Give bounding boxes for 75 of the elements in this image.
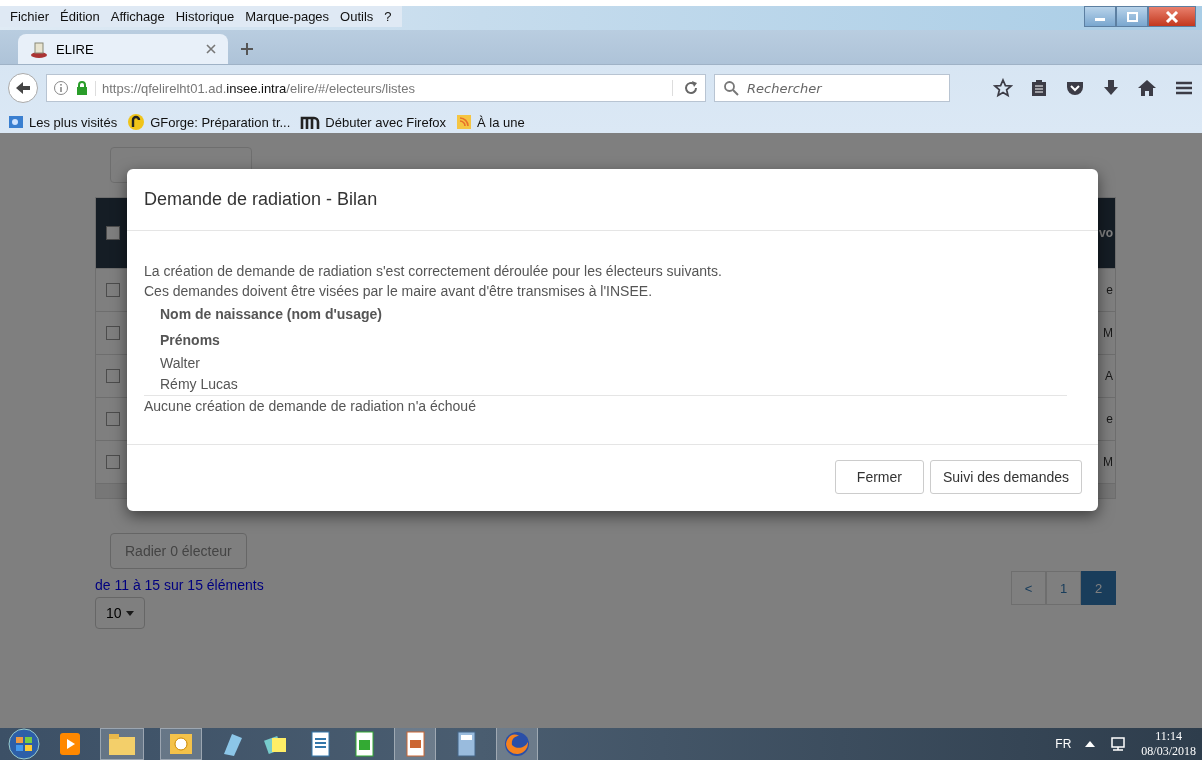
message-text: La création de demande de radiation s'est correctement déroulée pour les électeurs suivants. bbox=[144, 262, 723, 281]
clipboard-list-icon[interactable] bbox=[1030, 78, 1048, 98]
search-field[interactable]: Rechercher bbox=[714, 74, 950, 102]
back-arrow-icon bbox=[14, 80, 32, 96]
message-text: Ces demandes doivent être visées par le maire avant d'être transmises à l'INSEE. bbox=[144, 282, 654, 301]
table-cell: e bbox=[1106, 412, 1113, 426]
column-header: Nom de naissance (nom d'usage) bbox=[160, 305, 383, 324]
first-name-text: Rémy Lucas bbox=[160, 375, 239, 394]
checkbox[interactable] bbox=[106, 369, 120, 383]
bookmark-item[interactable]: À la une bbox=[456, 114, 525, 130]
browser-tab[interactable]: ELIRE bbox=[18, 34, 228, 64]
round-logo-icon bbox=[127, 113, 146, 131]
column-header: vo bbox=[1099, 226, 1113, 240]
table-cell: e bbox=[1106, 283, 1113, 297]
address-field[interactable]: https://qfelirelht01.ad.insee.intra/elire/#/electeurs/listes bbox=[46, 74, 706, 102]
dialog-title: Demande de radiation - Bilan bbox=[144, 189, 378, 209]
checkbox[interactable] bbox=[106, 455, 120, 469]
checkbox[interactable] bbox=[106, 283, 120, 297]
network-icon[interactable] bbox=[1109, 736, 1128, 752]
clock-slide-icon bbox=[167, 731, 195, 757]
language-indicator[interactable]: FR bbox=[1055, 737, 1072, 751]
search-icon bbox=[723, 80, 739, 96]
menu-item[interactable]: Historique bbox=[175, 9, 235, 24]
first-name-text: Walter bbox=[160, 354, 201, 373]
menu-item[interactable]: Marque-pages bbox=[245, 9, 330, 24]
menu-item[interactable]: Fichier bbox=[10, 9, 49, 24]
menu-item[interactable]: ? bbox=[384, 9, 392, 24]
menu-item[interactable]: Affichage bbox=[110, 9, 165, 24]
minimize-icon bbox=[1095, 18, 1105, 21]
checkbox[interactable] bbox=[106, 326, 120, 340]
menu-item[interactable]: Édition bbox=[60, 9, 100, 24]
url-text: https://qfelirelht01.ad.insee.intra/elire/#/electeurs/listes bbox=[95, 80, 666, 96]
caret-icon bbox=[125, 610, 134, 616]
folder-icon bbox=[107, 731, 137, 757]
star-icon[interactable] bbox=[993, 78, 1013, 98]
page-size-dropdown[interactable]: 10 bbox=[95, 597, 145, 629]
padlock-icon bbox=[75, 80, 89, 96]
close-button[interactable] bbox=[1148, 6, 1196, 27]
clock-time[interactable]: 11:14 bbox=[1155, 729, 1183, 744]
maximize-icon bbox=[1125, 10, 1139, 23]
checkbox[interactable] bbox=[106, 226, 120, 240]
home-icon[interactable] bbox=[1137, 78, 1157, 98]
table-cell: M bbox=[1103, 455, 1113, 469]
new-tab-icon[interactable] bbox=[240, 42, 254, 56]
message-text: Aucune création de demande de radiation n'a échoué bbox=[144, 397, 477, 416]
range-text: de 11 à 15 sur 15 éléments bbox=[95, 577, 264, 593]
folder-search-icon bbox=[8, 114, 24, 130]
caret-up-icon[interactable] bbox=[1085, 740, 1096, 748]
firefox-icon bbox=[503, 730, 531, 758]
taskbar-button[interactable] bbox=[496, 727, 538, 760]
info-icon bbox=[53, 80, 69, 96]
bookmark-item[interactable]: Débuter avec Firefox bbox=[300, 114, 446, 130]
menu-item[interactable]: Outils bbox=[340, 9, 374, 24]
clock-date[interactable]: 08/03/2018 bbox=[1141, 744, 1196, 759]
minimize-button[interactable] bbox=[1084, 6, 1116, 27]
m-logo-icon bbox=[300, 114, 321, 130]
reload-icon[interactable] bbox=[672, 80, 699, 96]
bookmark-item[interactable]: Les plus visités bbox=[8, 114, 118, 130]
table-cell: M bbox=[1103, 326, 1113, 340]
ballot-box-icon bbox=[30, 40, 48, 58]
taskbar-button[interactable] bbox=[394, 727, 436, 760]
rss-icon bbox=[456, 114, 472, 130]
maximize-button[interactable] bbox=[1116, 6, 1148, 27]
taskbar-button[interactable] bbox=[100, 728, 144, 760]
column-header: Prénoms bbox=[160, 331, 221, 350]
table-cell: A bbox=[1105, 369, 1113, 383]
close-icon bbox=[1165, 10, 1179, 23]
back-button[interactable] bbox=[8, 73, 38, 103]
start-orb-icon[interactable] bbox=[6, 728, 42, 760]
dialog-button[interactable]: Suivi des demandes bbox=[929, 460, 1082, 494]
bookmark-item[interactable]: GForge: Préparation tr... bbox=[127, 113, 291, 131]
dialog-button[interactable]: Fermer bbox=[834, 460, 924, 494]
close-tab-icon[interactable] bbox=[206, 44, 216, 54]
checkbox[interactable] bbox=[106, 412, 120, 426]
taskbar-button[interactable] bbox=[160, 728, 202, 760]
